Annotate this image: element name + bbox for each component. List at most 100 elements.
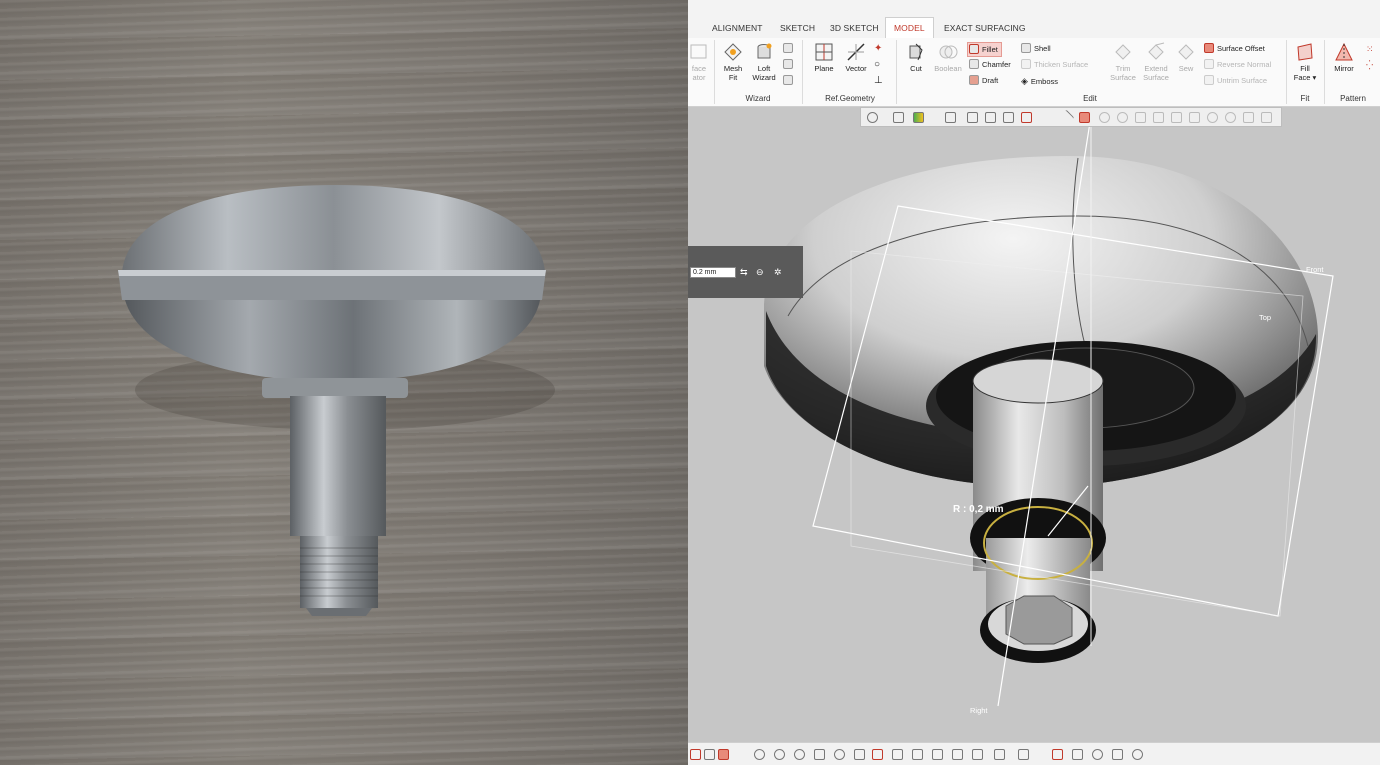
view-normal-icon[interactable] <box>994 749 1005 760</box>
surface-offset-button[interactable]: Surface Offset <box>1204 42 1265 56</box>
ref-point-button[interactable]: ✦ <box>874 42 882 56</box>
view-color-map-icon[interactable] <box>913 112 924 123</box>
separator <box>1324 40 1325 104</box>
fill-face-button[interactable]: Fill Face ▾ <box>1292 42 1318 82</box>
measure-icon[interactable] <box>1072 749 1083 760</box>
zoom-window-icon[interactable] <box>814 749 825 760</box>
pan-icon[interactable] <box>854 749 865 760</box>
view-fit-icon[interactable] <box>1018 749 1029 760</box>
view-section-2-icon[interactable] <box>985 112 996 123</box>
zoom-in-icon[interactable] <box>754 749 765 760</box>
shell-button[interactable]: Shell <box>1021 42 1051 56</box>
fillet-value-panel: ⇕ ⇆ ⊖ ✲ <box>688 246 803 298</box>
pattern-linear-button[interactable]: ⁙ <box>1366 42 1374 56</box>
ref-csys-button[interactable]: ⊥ <box>874 74 883 88</box>
view-tool-icon[interactable] <box>1153 112 1164 123</box>
view-iso-icon[interactable] <box>972 749 983 760</box>
reverse-normal-button[interactable]: Reverse Normal <box>1204 58 1271 72</box>
view-split-icon[interactable] <box>1003 112 1014 123</box>
view-tool-icon[interactable] <box>1171 112 1182 123</box>
wizard-small-2[interactable] <box>783 58 796 72</box>
mesh-fit-icon <box>724 43 742 61</box>
inspect-icon[interactable] <box>1092 749 1103 760</box>
view-orbit-icon[interactable] <box>867 112 878 123</box>
emboss-label: Emboss <box>1030 77 1059 86</box>
cut-button[interactable]: Cut <box>902 42 930 73</box>
tab-exact-surfacing[interactable]: EXACT SURFACING <box>944 18 1026 38</box>
view-left-icon[interactable] <box>912 749 923 760</box>
group-label-fit: Fit <box>1300 94 1310 103</box>
tab-sketch[interactable]: SKETCH <box>780 18 815 38</box>
help-icon[interactable] <box>1132 749 1143 760</box>
view-section-icon[interactable] <box>967 112 978 123</box>
view-cube-icon[interactable] <box>893 112 904 123</box>
view-front-icon[interactable] <box>872 749 883 760</box>
untrim-surface-label: Untrim Surface <box>1217 76 1268 85</box>
wizard-small-1[interactable] <box>783 42 796 56</box>
plane-icon <box>815 43 833 61</box>
plane-label: Plane <box>814 64 834 73</box>
print-icon[interactable] <box>1112 749 1123 760</box>
view-line-icon[interactable] <box>1058 109 1075 126</box>
pattern-circular-button[interactable]: ⁛ <box>1366 58 1373 72</box>
reset-icon[interactable]: ⊖ <box>756 267 767 278</box>
booleans-button[interactable]: Boolean <box>932 42 964 73</box>
radius-annotation: R : 0,2 mm <box>953 504 1004 515</box>
tab-3d-sketch[interactable]: 3D SKETCH <box>830 18 879 38</box>
spin-icon[interactable]: ⇕ <box>726 267 737 278</box>
extend-label-2: Surface <box>1143 73 1169 82</box>
select-filter-icon[interactable] <box>704 749 715 760</box>
view-back-icon[interactable] <box>892 749 903 760</box>
view-tool-icon[interactable] <box>1099 112 1110 123</box>
tab-model[interactable]: MODEL <box>885 17 934 39</box>
vector-button[interactable]: Vector <box>841 42 871 73</box>
settings-icon[interactable]: ✲ <box>774 267 785 278</box>
untrim-surface-button[interactable]: Untrim Surface <box>1204 74 1267 88</box>
select-filter-2-icon[interactable] <box>718 749 729 760</box>
wizard-small-3[interactable] <box>783 74 796 88</box>
thicken-surface-button[interactable]: Thicken Surface <box>1021 58 1088 72</box>
view-tool-icon[interactable] <box>1135 112 1146 123</box>
3d-viewport[interactable]: Front Top Right <box>688 106 1380 742</box>
trim-surface-button[interactable]: Trim Surface <box>1108 42 1138 82</box>
view-tool-icon[interactable] <box>1189 112 1200 123</box>
view-tool-icon[interactable] <box>1243 112 1254 123</box>
zoom-fit-icon[interactable] <box>794 749 805 760</box>
chamfer-button[interactable]: Chamfer <box>969 58 1011 72</box>
ref-circle-button[interactable]: ○ <box>874 58 880 72</box>
view-box-icon[interactable] <box>945 112 956 123</box>
view-tool-icon[interactable] <box>1117 112 1128 123</box>
trim-label-2: Surface <box>1110 73 1136 82</box>
group-label-wizard: Wizard <box>745 94 771 103</box>
trim-label-1: Trim <box>1115 64 1131 73</box>
draft-label: Draft <box>982 76 999 85</box>
mirror-button[interactable]: Mirror <box>1330 42 1358 73</box>
extend-surface-icon <box>1148 42 1165 60</box>
surface-icon <box>690 44 707 59</box>
view-top-icon[interactable] <box>952 749 963 760</box>
view-right-icon[interactable] <box>932 749 943 760</box>
draft-button[interactable]: Draft <box>969 74 998 88</box>
view-tool-icon[interactable] <box>1225 112 1236 123</box>
view-home-icon[interactable] <box>1021 112 1032 123</box>
plane-button[interactable]: Plane <box>810 42 838 73</box>
mesh-fit-button[interactable]: Mesh Fit <box>719 42 747 82</box>
flip-icon[interactable]: ⇆ <box>740 267 751 278</box>
model-render <box>764 115 1334 707</box>
emboss-button[interactable]: ◈ Emboss <box>1021 74 1058 88</box>
axis-label-right: Right <box>970 706 988 715</box>
sew-button[interactable]: Sew <box>1174 42 1198 73</box>
zoom-out-icon[interactable] <box>774 749 785 760</box>
view-tool-icon[interactable] <box>1261 112 1272 123</box>
snap-icon[interactable] <box>1052 749 1063 760</box>
loft-wizard-button[interactable]: Loft Wizard <box>749 42 779 82</box>
view-tool-icon[interactable] <box>1207 112 1218 123</box>
view-active-tool-icon[interactable] <box>1079 112 1090 123</box>
tab-alignment[interactable]: ALIGNMENT <box>712 18 763 38</box>
rotate-icon[interactable] <box>834 749 845 760</box>
select-mode-icon[interactable] <box>690 749 701 760</box>
surface-operator-button[interactable]: face ator <box>688 42 710 82</box>
fillet-button[interactable]: Fillet <box>967 42 1002 57</box>
extend-surface-button[interactable]: Extend Surface <box>1140 42 1172 82</box>
vector-icon <box>847 43 865 61</box>
